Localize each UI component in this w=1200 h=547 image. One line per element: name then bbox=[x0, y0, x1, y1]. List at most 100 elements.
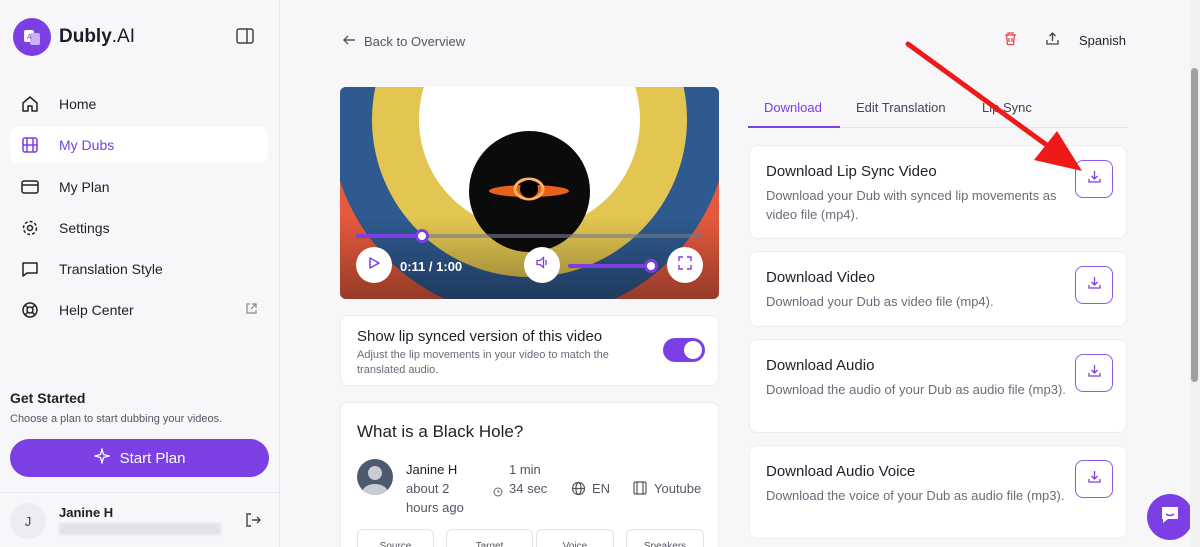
sidebar-item-label: My Plan bbox=[59, 178, 110, 195]
video-scrubber[interactable] bbox=[356, 234, 703, 238]
brand[interactable]: A Dubly.AI bbox=[13, 18, 135, 56]
download-icon bbox=[1087, 363, 1102, 383]
arrow-left-icon bbox=[342, 33, 356, 50]
user-email-redacted bbox=[59, 523, 221, 535]
film-icon bbox=[20, 135, 40, 155]
download-icon bbox=[1087, 469, 1102, 489]
active-tab-indicator bbox=[748, 126, 840, 128]
video-time: 0:11 / 1:00 bbox=[400, 259, 463, 274]
get-started-title: Get Started bbox=[10, 390, 86, 406]
download-description: Download your Dub with synced lip moveme… bbox=[766, 188, 1057, 222]
back-to-overview-link[interactable]: Back to Overview bbox=[342, 33, 465, 50]
author-name: Janine H bbox=[406, 462, 458, 477]
sidebar-toggle-icon[interactable] bbox=[236, 27, 254, 45]
back-label: Back to Overview bbox=[364, 34, 466, 49]
play-button[interactable] bbox=[356, 247, 392, 283]
gear-icon bbox=[20, 218, 40, 238]
download-card-audio: Download Audio Download the audio of you… bbox=[749, 339, 1127, 433]
fullscreen-button[interactable] bbox=[667, 247, 703, 283]
sidebar-item-translation-style[interactable]: Translation Style bbox=[10, 251, 268, 287]
globe-icon bbox=[571, 481, 586, 501]
sidebar-nav: Home My Dubs My Plan Settings Translatio… bbox=[10, 86, 268, 334]
toggle-knob bbox=[684, 341, 702, 359]
volume-icon bbox=[535, 255, 550, 275]
video-title: What is a Black Hole? bbox=[357, 422, 524, 441]
volume-handle[interactable] bbox=[644, 259, 658, 273]
sidebar-item-my-plan[interactable]: My Plan bbox=[10, 169, 268, 205]
lip-sync-toggle[interactable] bbox=[663, 338, 705, 362]
credit-card-icon bbox=[20, 177, 40, 197]
download-description: Download the voice of your Dub as audio … bbox=[766, 488, 1065, 503]
download-title: Download Audio bbox=[766, 357, 875, 374]
video-duration: 1 min 34 sec bbox=[509, 462, 548, 496]
lip-sync-title: Show lip synced version of this video bbox=[357, 328, 603, 345]
start-plan-button[interactable]: Start Plan bbox=[10, 439, 269, 477]
chat-support-button[interactable] bbox=[1147, 494, 1193, 540]
avatar[interactable]: J bbox=[10, 503, 46, 539]
sidebar-item-settings[interactable]: Settings bbox=[10, 210, 268, 246]
trash-icon bbox=[1003, 31, 1018, 51]
start-plan-label: Start Plan bbox=[119, 449, 186, 467]
brand-name: Dubly.AI bbox=[59, 26, 135, 48]
lip-sync-description: Adjust the lip movements in your video t… bbox=[357, 349, 609, 376]
column-voice: Voice bbox=[536, 529, 614, 547]
download-description: Download the audio of your Dub as audio … bbox=[766, 382, 1066, 397]
download-description: Download your Dub as video file (mp4). bbox=[766, 294, 994, 309]
brand-logo-icon: A bbox=[13, 18, 51, 56]
sidebar-item-label: Translation Style bbox=[59, 261, 163, 278]
sidebar-item-home[interactable]: Home bbox=[10, 86, 268, 122]
lifebuoy-icon bbox=[20, 300, 40, 320]
logout-icon[interactable] bbox=[245, 512, 261, 533]
svg-text:A: A bbox=[27, 34, 32, 41]
chat-icon bbox=[20, 259, 40, 279]
download-title: Download Lip Sync Video bbox=[766, 163, 937, 180]
download-icon bbox=[1087, 169, 1102, 189]
download-title: Download Audio Voice bbox=[766, 463, 916, 480]
download-video-button[interactable] bbox=[1075, 266, 1113, 304]
sidebar-item-my-dubs[interactable]: My Dubs bbox=[10, 127, 268, 164]
sidebar-item-label: Settings bbox=[59, 219, 110, 236]
user-name: Janine H bbox=[59, 505, 114, 520]
sidebar-item-label: Home bbox=[59, 96, 97, 112]
created-time: about 2 hours ago bbox=[406, 481, 464, 515]
lip-sync-toggle-card: Show lip synced version of this video Ad… bbox=[340, 315, 719, 386]
tab-download[interactable]: Download bbox=[764, 100, 822, 115]
fullscreen-icon bbox=[678, 255, 692, 275]
scrollbar-thumb[interactable] bbox=[1191, 68, 1198, 382]
video-info-card: What is a Black Hole? Janine H about 2 h… bbox=[340, 402, 719, 547]
video-player[interactable]: 0:11 / 1:00 bbox=[340, 87, 719, 299]
source-language: EN bbox=[592, 481, 611, 496]
author-avatar bbox=[357, 459, 393, 495]
download-card-video: Download Video Download your Dub as vide… bbox=[749, 251, 1127, 327]
tab-edit-translation[interactable]: Edit Translation bbox=[856, 100, 946, 115]
upload-icon bbox=[1045, 31, 1060, 51]
sidebar-item-label: My Dubs bbox=[59, 137, 115, 154]
column-speakers: Speakers bbox=[626, 529, 704, 547]
mute-button[interactable] bbox=[524, 247, 560, 283]
user-panel: J Janine H bbox=[0, 492, 280, 547]
sparkle-icon bbox=[92, 446, 112, 468]
brand-suffix: .AI bbox=[111, 26, 136, 47]
download-card-lip-sync-video: Download Lip Sync Video Download your Du… bbox=[749, 145, 1127, 239]
detail-tabs: Download Edit Translation Lip Sync bbox=[748, 87, 1128, 128]
download-audio-voice-button[interactable] bbox=[1075, 460, 1113, 498]
download-lip-sync-video-button[interactable] bbox=[1075, 160, 1113, 198]
sidebar-item-label: Help Center bbox=[59, 302, 134, 319]
download-card-audio-voice: Download Audio Voice Download the voice … bbox=[749, 445, 1127, 539]
download-audio-button[interactable] bbox=[1075, 354, 1113, 392]
volume-slider[interactable] bbox=[568, 264, 653, 268]
share-button[interactable] bbox=[1037, 27, 1067, 55]
clock-icon bbox=[493, 484, 503, 502]
download-icon bbox=[1087, 275, 1102, 295]
language-label[interactable]: Spanish bbox=[1079, 33, 1126, 48]
page-scrollbar[interactable] bbox=[1190, 0, 1200, 547]
tab-lip-sync[interactable]: Lip Sync bbox=[982, 100, 1032, 115]
column-source: Source bbox=[357, 529, 434, 547]
film-icon bbox=[633, 481, 647, 500]
brand-name-text: Dubly bbox=[59, 26, 112, 47]
sidebar-item-help-center[interactable]: Help Center bbox=[10, 292, 268, 328]
delete-button[interactable] bbox=[995, 27, 1025, 55]
sidebar: A Dubly.AI Home My Dubs My Plan Settings… bbox=[0, 0, 280, 547]
get-started-panel: Get Started Choose a plan to start dubbi… bbox=[10, 390, 270, 425]
scrubber-handle[interactable] bbox=[414, 229, 429, 243]
